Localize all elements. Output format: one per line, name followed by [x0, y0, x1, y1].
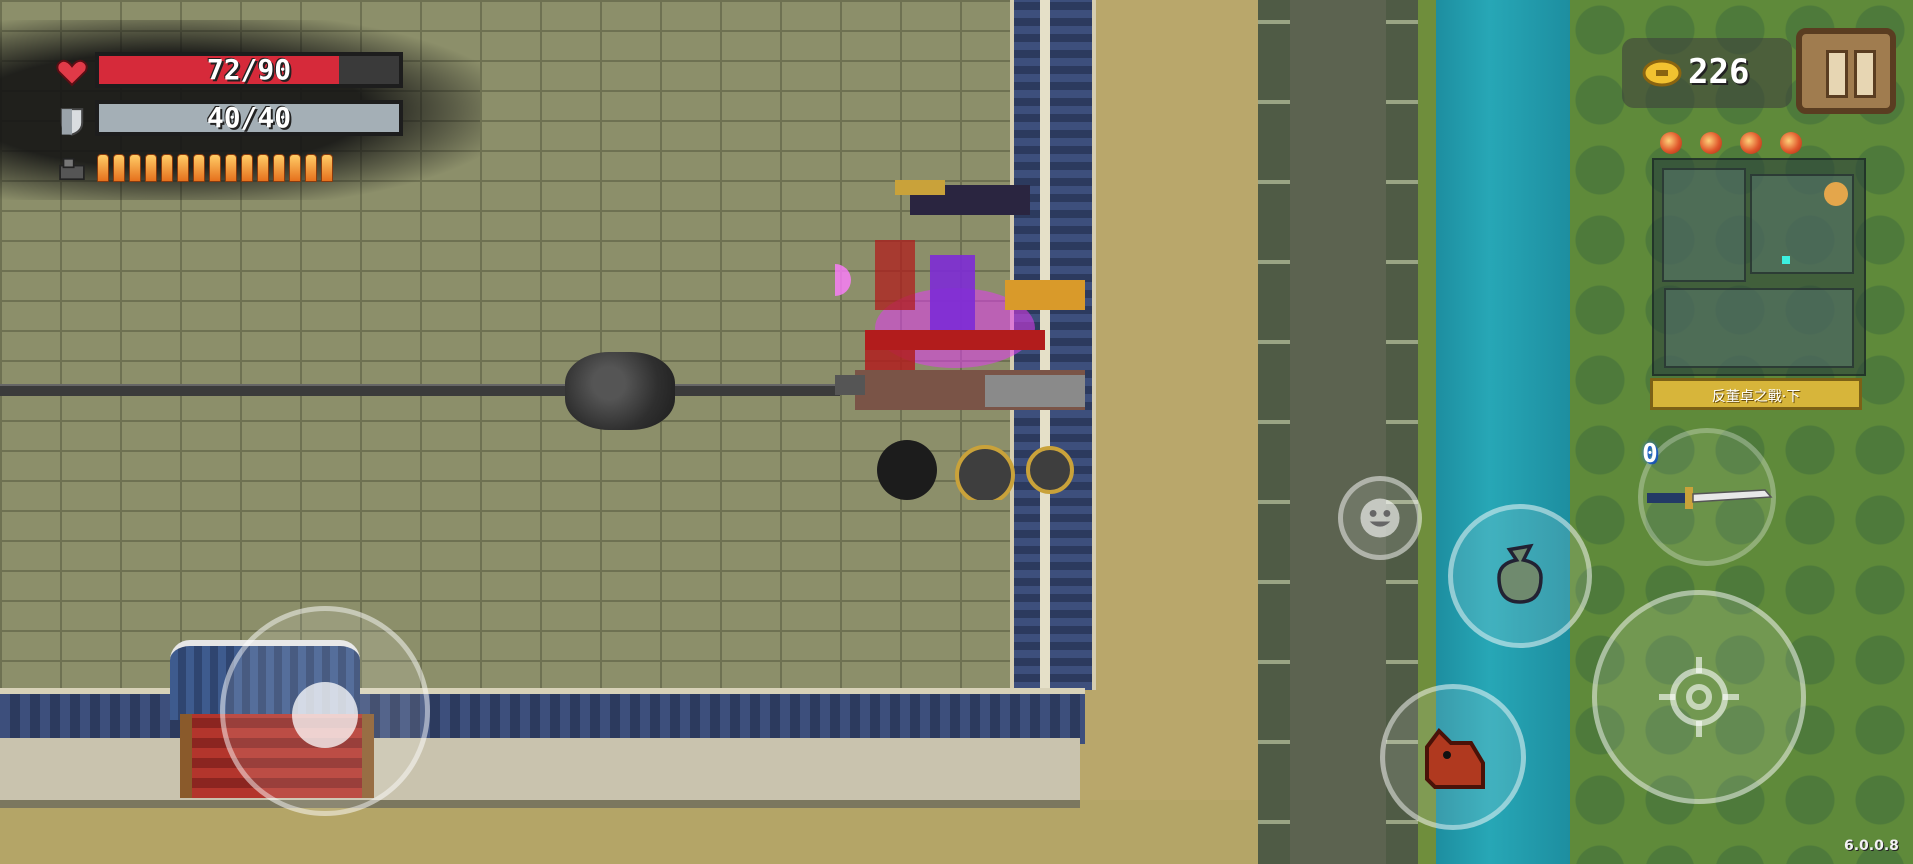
health-text: 72/90	[206, 53, 292, 86]
energy-bullet-icon	[113, 154, 125, 182]
cannonball-smoke	[565, 352, 675, 430]
pouch-icon	[1497, 543, 1543, 604]
weapon-energy-cost: 0	[1642, 439, 1658, 469]
health-row: 72/90	[55, 52, 403, 92]
armor-text: 40/40	[206, 101, 292, 134]
energy-bullet-icon	[241, 154, 253, 182]
katana-icon	[1647, 487, 1773, 509]
health-bar: 72/90	[95, 52, 403, 88]
energy-bullet-icon	[177, 154, 189, 182]
fire-button[interactable]	[1592, 590, 1806, 804]
fence-left	[1258, 0, 1290, 864]
minimap-room	[1662, 168, 1746, 282]
dirt-ground	[0, 800, 1260, 864]
energy-bullet-icon	[161, 154, 173, 182]
armor-bar: 40/40	[95, 100, 403, 136]
energy-bullet-icon	[145, 154, 157, 182]
energy-icon	[59, 157, 85, 181]
smiley-icon	[1360, 498, 1400, 538]
energy-bullet-icon	[225, 154, 237, 182]
war-cart-boss	[835, 180, 1085, 500]
energy-bullet-icon	[209, 154, 221, 182]
energy-bullet-icon	[257, 154, 269, 182]
emote-button[interactable]	[1338, 476, 1422, 560]
energy-bullet-icon	[273, 154, 285, 182]
energy-bullet-icon	[305, 154, 317, 182]
energy-bullet-icon	[193, 154, 205, 182]
buff-orb-icon	[1700, 132, 1722, 154]
crosshair-icon	[1659, 657, 1739, 737]
armor-row: 40/40	[55, 100, 403, 140]
pet-button[interactable]	[1380, 684, 1526, 830]
energy-bullet-icon	[289, 154, 301, 182]
buff-list	[1660, 132, 1802, 154]
heart-icon	[56, 59, 88, 87]
buff-orb-icon	[1660, 132, 1682, 154]
boss-marker-icon	[1824, 182, 1848, 206]
energy-bullet-icon	[97, 154, 109, 182]
player-marker-icon	[1782, 256, 1790, 264]
energy-bullets	[97, 154, 333, 182]
skill-button[interactable]	[1448, 504, 1592, 648]
version-label: 6.0.0.8	[1844, 838, 1899, 854]
buff-orb-icon	[1780, 132, 1802, 154]
buff-orb-icon	[1740, 132, 1762, 154]
coin-icon	[1642, 59, 1682, 87]
level-name: 反董卓之戰·下	[1650, 378, 1862, 410]
coin-counter: 226	[1622, 38, 1792, 108]
boar-icon	[1425, 727, 1485, 789]
minimap[interactable]	[1652, 158, 1866, 376]
stone-road	[1290, 0, 1386, 864]
pause-icon	[1826, 50, 1848, 98]
pause-icon-bar	[1854, 50, 1876, 98]
shield-icon	[60, 108, 84, 136]
wall-face	[0, 738, 1080, 808]
minimap-room	[1664, 288, 1854, 368]
energy-bullet-icon	[321, 154, 333, 182]
energy-row	[55, 148, 355, 188]
pause-button[interactable]	[1796, 28, 1896, 114]
joystick-knob[interactable]	[292, 682, 358, 748]
horizontal-wall	[0, 688, 1085, 744]
coin-value: 226	[1688, 52, 1750, 92]
energy-bullet-icon	[129, 154, 141, 182]
cannon-rail	[0, 384, 840, 396]
